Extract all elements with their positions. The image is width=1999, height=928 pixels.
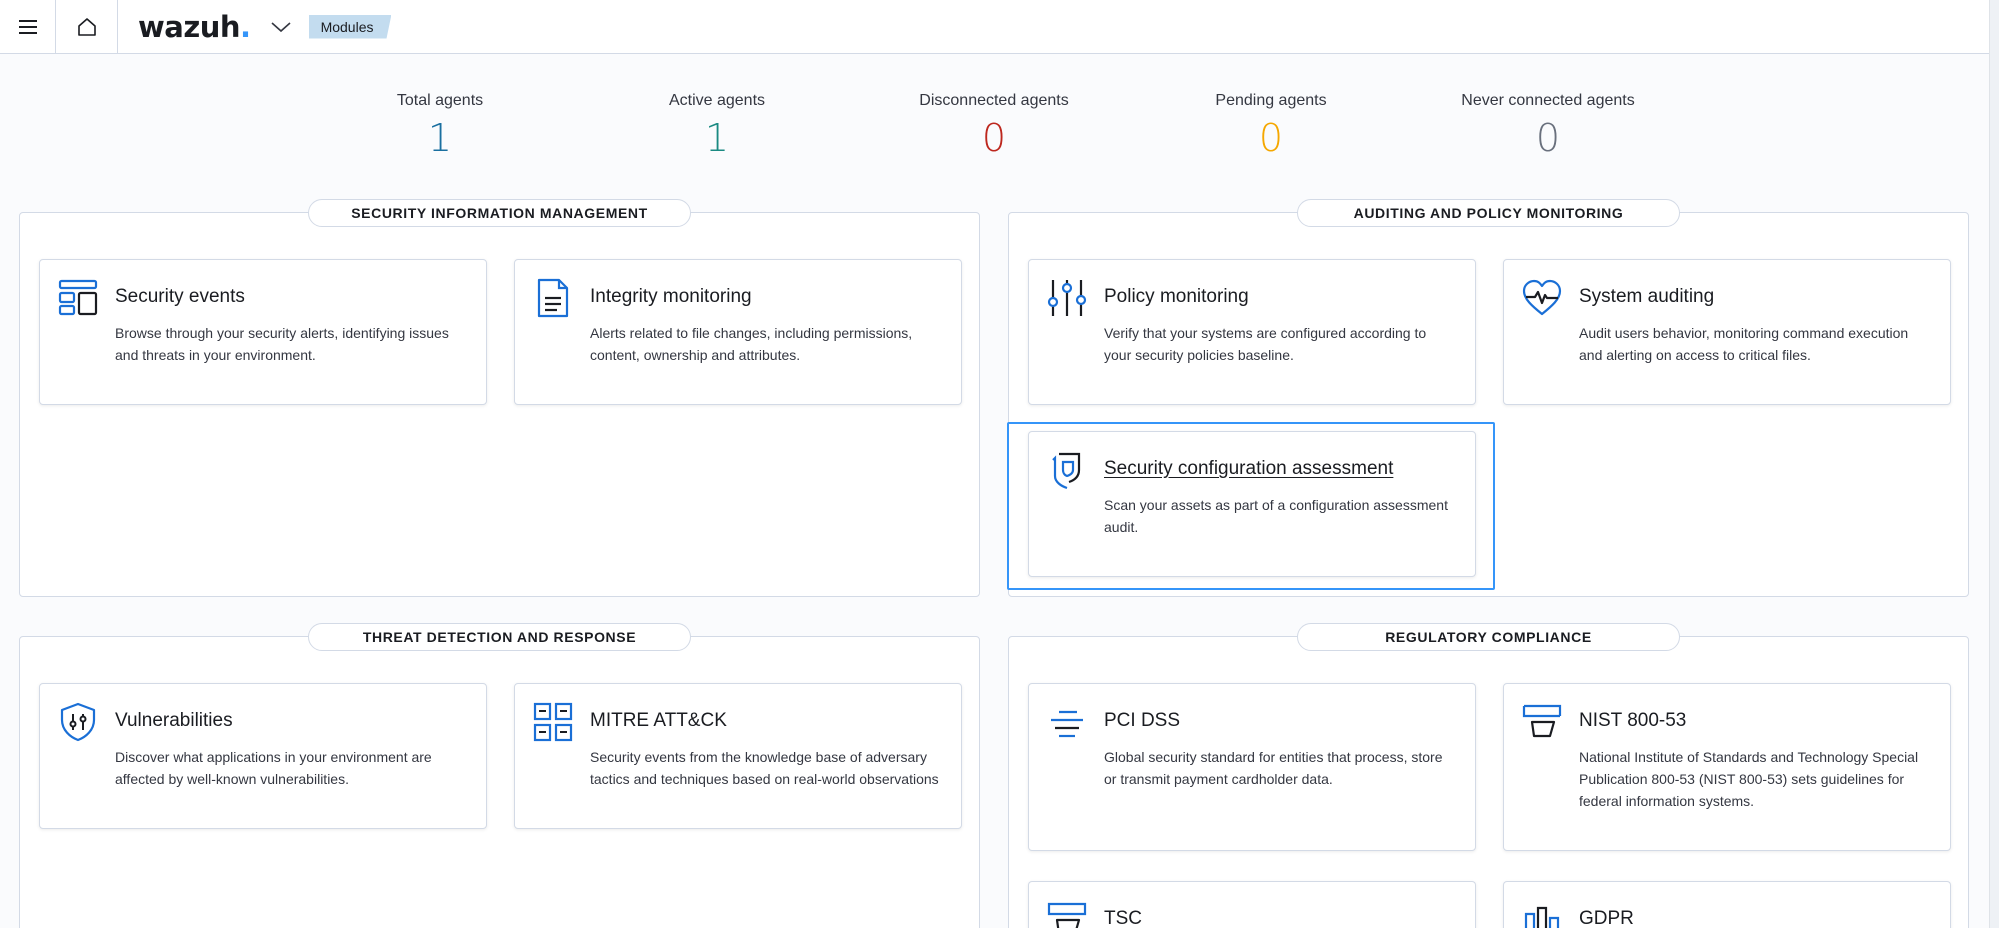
home-icon [77, 17, 96, 36]
card-description: Security events from the knowledge base … [590, 749, 939, 787]
card-description: Scan your assets as part of a configurat… [1104, 497, 1448, 535]
panel-title: AUDITING AND POLICY MONITORING [1297, 199, 1680, 227]
breadcrumb-modules[interactable]: Modules [308, 14, 392, 39]
card-policy-monitoring[interactable]: Policy monitoring Verify that your syste… [1028, 259, 1476, 405]
stat-disconnected-agents[interactable]: Disconnected agents 0 [874, 92, 1114, 160]
stat-label: Never connected agents [1461, 92, 1635, 109]
card-description: Discover what applications in your envir… [115, 749, 432, 787]
stat-never-connected-agents[interactable]: Never connected agents 0 [1428, 92, 1668, 160]
logo-dot: . [240, 9, 251, 44]
top-header: wazuh. Modules [0, 0, 1989, 54]
lines-icon [1051, 710, 1083, 738]
stat-pending-agents[interactable]: Pending agents 0 [1151, 92, 1391, 160]
home-button[interactable] [56, 0, 118, 54]
stat-value: 0 [1258, 116, 1284, 160]
badge-icon [1047, 902, 1087, 928]
stat-label: Total agents [396, 92, 484, 109]
document-icon [537, 278, 569, 318]
stat-label: Active agents [668, 92, 766, 109]
sliders-icon [1047, 280, 1087, 316]
hamburger-menu-icon [18, 19, 37, 34]
card-security-configuration-assessment[interactable]: Security configuration assessment Scan y… [1028, 431, 1476, 577]
card-pci-dss[interactable]: PCI DSS Global security standard for ent… [1028, 683, 1476, 851]
scrollbar[interactable] [1989, 0, 1999, 928]
card-title: Vulnerabilities [115, 710, 233, 731]
card-title: Policy monitoring [1104, 286, 1249, 307]
card-system-auditing[interactable]: System auditing Audit users behavior, mo… [1503, 259, 1951, 405]
panel-title: REGULATORY COMPLIANCE [1297, 623, 1680, 651]
card-title: MITRE ATT&CK [590, 710, 727, 731]
chevron-down-icon [271, 21, 291, 32]
shield-bug-icon [60, 702, 96, 742]
stat-value: 1 [427, 116, 453, 160]
card-vulnerabilities[interactable]: Vulnerabilities Discover what applicatio… [39, 683, 487, 829]
heartbeat-icon [1522, 279, 1562, 316]
stat-active-agents[interactable]: Active agents 1 [597, 92, 837, 160]
building-icon [1524, 906, 1560, 928]
wazuh-logo[interactable]: wazuh. [138, 10, 251, 44]
card-title: NIST 800-53 [1579, 710, 1687, 731]
stat-label: Pending agents [1215, 92, 1327, 109]
panel-title: SECURITY INFORMATION MANAGEMENT [308, 199, 691, 227]
panel-title: THREAT DETECTION AND RESPONSE [308, 623, 691, 651]
card-description: Browse through your security alerts, ide… [115, 325, 449, 363]
app-switcher-button[interactable] [267, 13, 295, 41]
card-title: TSC [1104, 908, 1142, 928]
panel-regulatory-compliance: REGULATORY COMPLIANCE PCI DSS Global sec… [1008, 623, 1969, 928]
stat-label: Disconnected agents [919, 92, 1069, 109]
logo-text: wazuh [138, 9, 241, 44]
stat-value: 0 [981, 116, 1007, 160]
card-description: Audit users behavior, monitoring command… [1579, 325, 1909, 363]
card-title: System auditing [1579, 286, 1715, 307]
card-tsc[interactable]: TSC [1028, 881, 1476, 928]
stat-value: 0 [1535, 116, 1561, 160]
card-title: Security configuration assessment [1104, 458, 1394, 479]
panel-threat-detection-response: THREAT DETECTION AND RESPONSE Vulnerabil… [19, 623, 980, 928]
panel-auditing-policy-monitoring: AUDITING AND POLICY MONITORING Policy mo… [1008, 199, 1969, 597]
grid-icon [533, 702, 573, 742]
card-security-events[interactable]: Security events Browse through your secu… [39, 259, 487, 405]
card-title: Security events [115, 286, 245, 307]
card-description: Verify that your systems are configured … [1104, 325, 1427, 363]
menu-button[interactable] [0, 0, 56, 54]
card-description: Global security standard for entities th… [1104, 749, 1443, 787]
stat-total-agents[interactable]: Total agents 1 [320, 92, 560, 160]
badge-icon [1522, 704, 1562, 738]
card-title: PCI DSS [1104, 710, 1181, 731]
card-description: Alerts related to file changes, includin… [590, 325, 913, 363]
panel-security-information-management: SECURITY INFORMATION MANAGEMENT Security… [19, 199, 980, 597]
card-gdpr[interactable]: GDPR [1503, 881, 1951, 928]
stat-value: 1 [704, 116, 730, 160]
card-integrity-monitoring[interactable]: Integrity monitoring Alerts related to f… [514, 259, 962, 405]
card-nist-800-53[interactable]: NIST 800-53 National Institute of Standa… [1503, 683, 1951, 851]
card-title: GDPR [1579, 908, 1634, 928]
card-title: Integrity monitoring [590, 286, 752, 307]
agents-stats: Total agents 1 Active agents 1 Disconnec… [0, 92, 1989, 162]
shield-check-icon [1052, 452, 1081, 490]
card-description: National Institute of Standards and Tech… [1579, 749, 1919, 809]
dashboard-layout-icon [58, 279, 98, 316]
card-mitre-attack[interactable]: MITRE ATT&CK Security events from the kn… [514, 683, 962, 829]
